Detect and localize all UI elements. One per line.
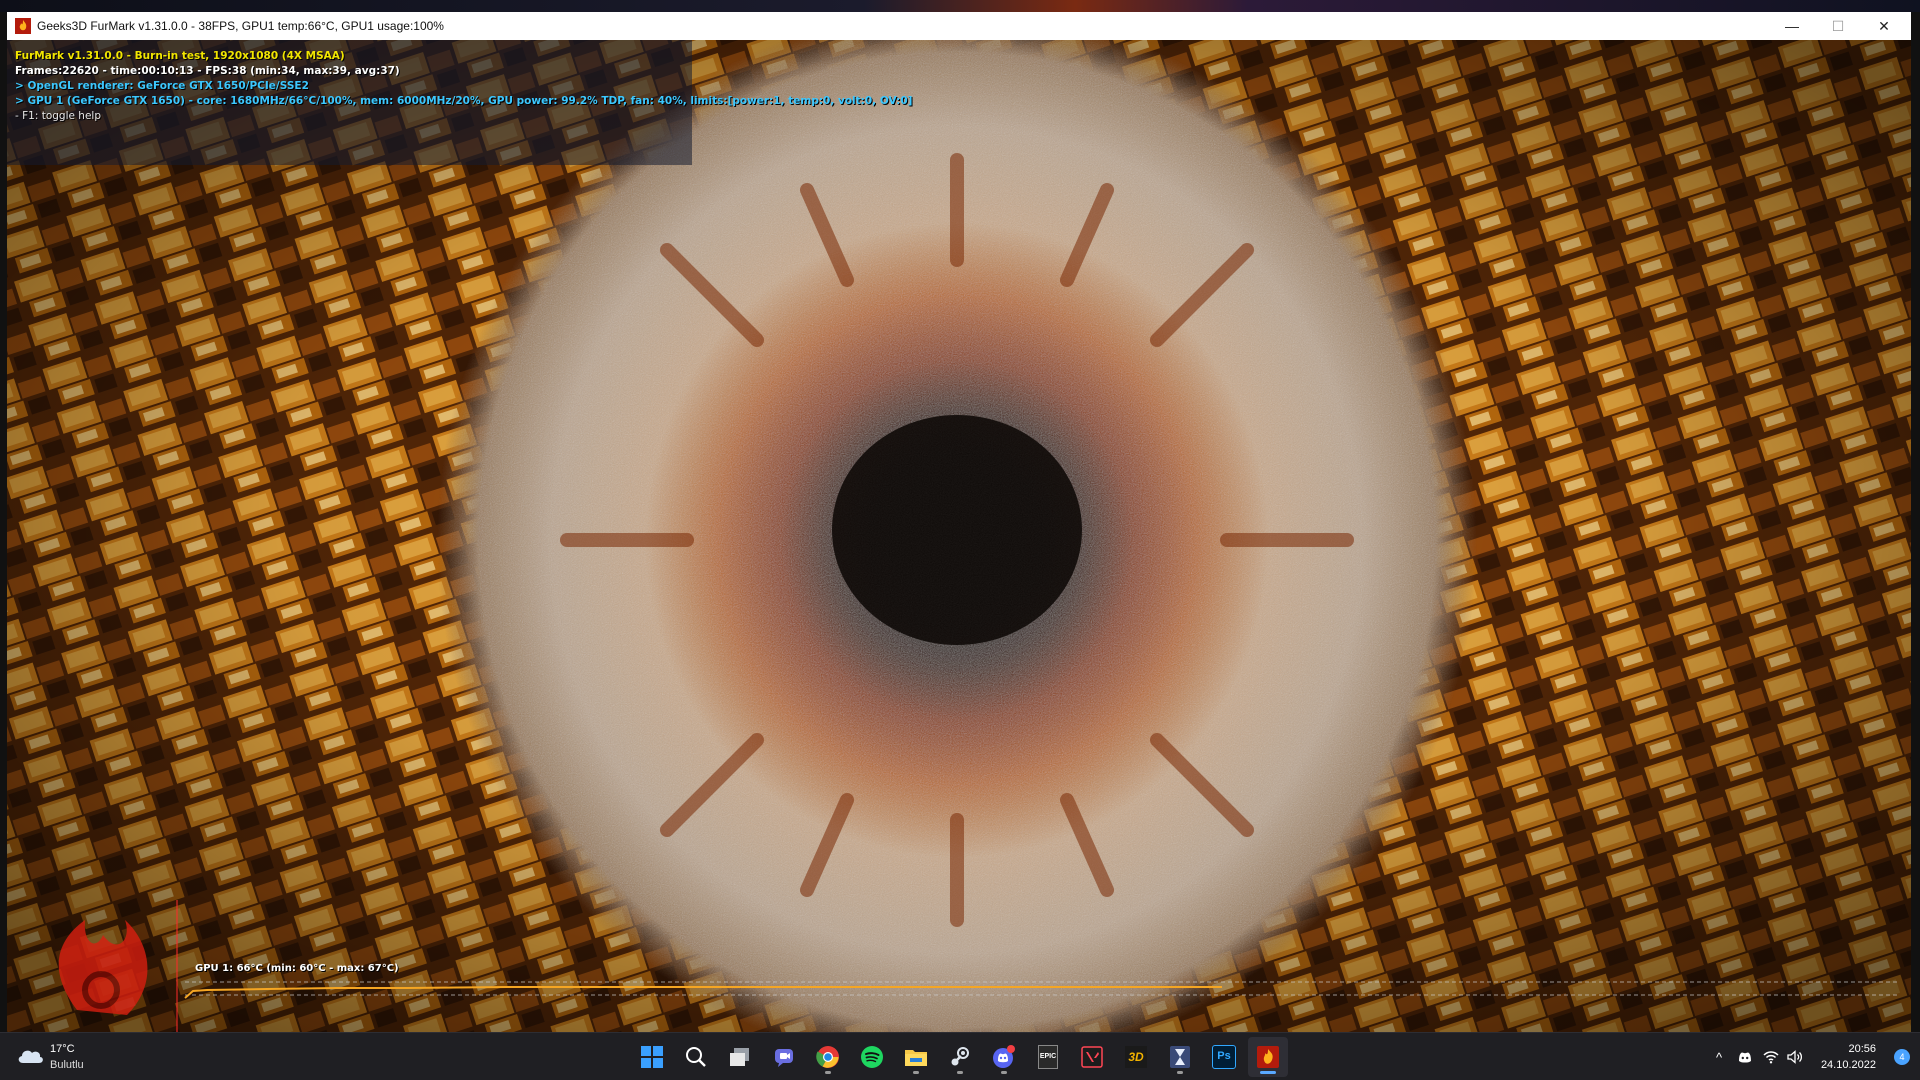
windows-icon [641, 1046, 663, 1068]
task-view-icon [730, 1048, 749, 1066]
discord-tray-icon [1739, 1052, 1751, 1063]
search-icon [686, 1047, 706, 1067]
steam-button[interactable] [940, 1037, 980, 1077]
hud-renderer: > OpenGL renderer: GeForce GTX 1650/PCIe… [15, 80, 309, 92]
photoshop-icon: Ps [1212, 1045, 1236, 1069]
clock-date: 24.10.2022 [1820, 1059, 1876, 1071]
teams-chat-button[interactable] [764, 1037, 804, 1077]
minimize-button[interactable]: — [1769, 12, 1815, 40]
hud-gpu-info: > GPU 1 (GeForce GTX 1650) - core: 1680M… [15, 95, 913, 107]
notification-badge[interactable]: 4 [1894, 1049, 1910, 1065]
valorant-button[interactable] [1072, 1037, 1112, 1077]
maximize-button[interactable]: ☐ [1815, 12, 1861, 40]
temp-graph-label: GPU 1: 66°C (min: 60°C - max: 67°C) [195, 963, 399, 974]
running-indicator [913, 1071, 919, 1074]
valorant-icon [1081, 1046, 1103, 1068]
hud-panel: FurMark v1.31.0.0 - Burn-in test, 1920x1… [7, 40, 912, 165]
volume-button[interactable] [1784, 1043, 1806, 1071]
furmark-window: Geeks3D FurMark v1.31.0.0 - 38FPS, GPU1 … [7, 12, 1911, 1032]
discord-button[interactable] [984, 1037, 1024, 1077]
desktop-background [0, 0, 1920, 12]
3dmark-button[interactable]: 3D [1116, 1037, 1156, 1077]
task-view-button[interactable] [720, 1037, 760, 1077]
chrome-button[interactable] [808, 1037, 848, 1077]
furmark-button[interactable] [1248, 1037, 1288, 1077]
hud-frame-stats: Frames:22620 - time:00:10:13 - FPS:38 (m… [15, 65, 400, 77]
discord-icon [993, 1045, 1015, 1068]
iris-pupil [832, 415, 1082, 645]
search-button[interactable] [676, 1037, 716, 1077]
hourglass-icon [1170, 1046, 1190, 1068]
folder-icon [905, 1050, 927, 1066]
3dmark-icon: 3D [1125, 1046, 1147, 1068]
steam-icon [951, 1047, 969, 1066]
photoshop-button[interactable]: Ps [1204, 1037, 1244, 1077]
start-button[interactable] [632, 1037, 672, 1077]
close-button[interactable]: ✕ [1861, 12, 1907, 40]
clock-time: 20:56 [1848, 1043, 1876, 1055]
epic-games-icon: EPIC [1038, 1045, 1058, 1069]
weather-condition: Bulutlu [50, 1059, 84, 1071]
hud-help-hint: - F1: toggle help [15, 110, 102, 122]
spotify-button[interactable] [852, 1037, 892, 1077]
hud-title: FurMark v1.31.0.0 - Burn-in test, 1920x1… [15, 50, 345, 62]
file-explorer-button[interactable] [896, 1037, 936, 1077]
furmark-flame-icon [15, 18, 31, 34]
spotify-icon [861, 1046, 883, 1068]
furmark-flame-icon [1257, 1046, 1279, 1068]
running-indicator [1260, 1071, 1276, 1074]
render-viewport: FurMark v1.31.0.0 - Burn-in test, 1920x1… [7, 40, 1911, 1032]
tray-overflow-button[interactable]: ^ [1708, 1043, 1730, 1071]
taskbar: 17°C Bulutlu EPIC 3D Ps ^ 20:56 24.10.20… [0, 1032, 1920, 1080]
taskbar-clock[interactable]: 20:56 24.10.2022 [1821, 1041, 1876, 1073]
cloud-icon [18, 1050, 43, 1063]
running-indicator [1177, 1071, 1183, 1074]
title-bar[interactable]: Geeks3D FurMark v1.31.0.0 - 38FPS, GPU1 … [7, 12, 1911, 40]
hourglass-app-button[interactable] [1160, 1037, 1200, 1077]
fur-donut-render [7, 40, 1911, 1032]
weather-temperature: 17°C [50, 1043, 75, 1055]
window-title: Geeks3D FurMark v1.31.0.0 - 38FPS, GPU1 … [37, 19, 444, 33]
chat-icon [775, 1049, 793, 1067]
volume-icon [1787, 1050, 1803, 1064]
running-indicator [1001, 1071, 1007, 1074]
weather-widget[interactable]: 17°C Bulutlu [16, 1041, 126, 1075]
running-indicator [957, 1071, 963, 1074]
running-indicator [825, 1071, 831, 1074]
epic-games-button[interactable]: EPIC [1028, 1037, 1068, 1077]
discord-tray-button[interactable] [1732, 1043, 1758, 1071]
chrome-icon [816, 1046, 839, 1068]
wifi-icon [1763, 1051, 1779, 1064]
network-button[interactable] [1760, 1043, 1782, 1071]
